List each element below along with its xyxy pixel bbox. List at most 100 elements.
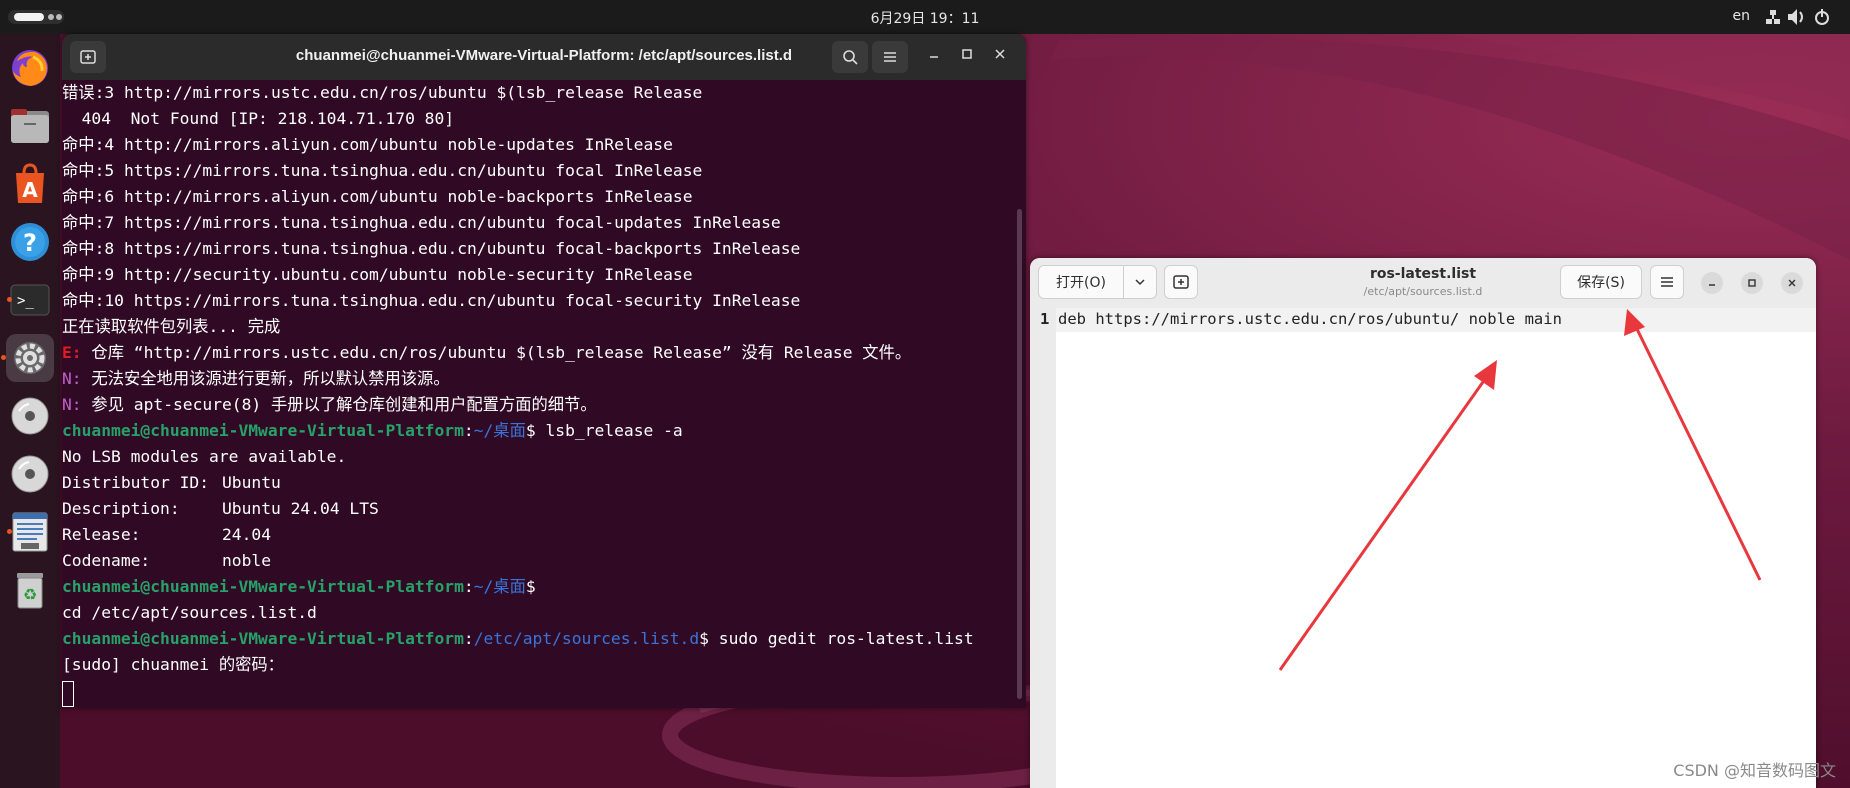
help-launcher[interactable]: ? — [6, 218, 54, 266]
prompt-command: $ lsb_release -a — [525, 421, 683, 440]
prompt-sep: : — [463, 629, 474, 648]
gear-icon — [14, 342, 46, 374]
app-center-icon: A — [16, 163, 44, 203]
maximize-icon — [962, 49, 972, 59]
help-glyph: ? — [23, 229, 37, 257]
disc-launcher-2[interactable] — [6, 450, 54, 498]
prompt-line: chuanmei@chuanmei-VMware-Virtual-Platfor… — [62, 418, 683, 444]
line-number: 1 — [1040, 310, 1050, 328]
notice-text: 参见 apt-secure(8) 手册以了解仓库创建和用户配置方面的细节。 — [91, 395, 597, 414]
volume-icon — [1788, 9, 1803, 25]
text-editor-header-bar[interactable]: 打开(O) ros-latest.list /etc/apt/sources.l… — [1030, 258, 1816, 309]
terminal-line: cd /etc/apt/sources.list.d — [62, 603, 317, 622]
minimize-button[interactable] — [1701, 272, 1723, 294]
lsb-key: Distributor ID: — [62, 473, 210, 492]
editor-text-line[interactable]: deb https://mirrors.ustc.edu.cn/ros/ubun… — [1058, 310, 1562, 328]
terminal-line: Description: Ubuntu 24.04 LTS — [62, 496, 379, 522]
minimize-icon — [930, 56, 938, 58]
prompt-user: chuanmei@chuanmei-VMware-Virtual-Platfor… — [62, 577, 464, 596]
terminal-line: 正在读取软件包列表... 完成 — [62, 317, 281, 336]
system-status-icons — [1766, 9, 1829, 25]
watermark: CSDN @知音数码图文 — [1673, 761, 1836, 780]
lsb-value: Ubuntu — [222, 473, 281, 492]
running-indicator — [7, 297, 12, 302]
error-text: 仓库 “http://mirrors.ustc.edu.cn/ros/ubunt… — [91, 343, 912, 362]
system-tray[interactable] — [1766, 7, 1836, 31]
maximize-button[interactable] — [1741, 272, 1763, 294]
terminal-output[interactable]: 错误:3 http://mirrors.ustc.edu.cn/ros/ubun… — [62, 80, 1026, 708]
search-button[interactable] — [832, 41, 868, 73]
menu-button[interactable] — [872, 41, 908, 73]
search-icon — [843, 50, 858, 65]
line-number-gutter — [1030, 308, 1056, 788]
lsb-key: Description: — [62, 499, 180, 518]
dock: A ? >_ ♻ — [0, 34, 60, 788]
lsb-key: Release: — [62, 525, 141, 544]
hamburger-icon — [884, 52, 896, 62]
prompt-line: chuanmei@chuanmei-VMware-Virtual-Platfor… — [62, 574, 536, 600]
input-language[interactable]: en — [1733, 8, 1751, 24]
trash-launcher[interactable]: ♻ — [6, 566, 54, 614]
terminal-line: No LSB modules are available. — [62, 447, 347, 466]
terminal-window[interactable]: chuanmei@chuanmei-VMware-Virtual-Platfor… — [62, 34, 1026, 708]
files-launcher[interactable] — [6, 102, 54, 150]
error-prefix: E: — [62, 343, 92, 362]
prompt-user: chuanmei@chuanmei-VMware-Virtual-Platfor… — [62, 421, 464, 440]
terminal-glyph: >_ — [17, 293, 34, 309]
firefox-launcher[interactable] — [6, 44, 54, 92]
trash-icon: ♻ — [17, 573, 43, 609]
running-indicator — [1, 355, 6, 360]
running-indicator — [7, 529, 12, 534]
maximize-button[interactable] — [957, 48, 977, 64]
save-button[interactable]: 保存(S) — [1560, 265, 1642, 299]
settings-launcher[interactable] — [1, 334, 54, 382]
terminal-notice-line: N: 参见 apt-secure(8) 手册以了解仓库创建和用户配置方面的细节。 — [62, 392, 597, 418]
document-title: ros-latest.list — [1369, 266, 1477, 282]
folder-icon — [11, 109, 49, 143]
terminal-line: 错误:3 http://mirrors.ustc.edu.cn/ros/ubun… — [62, 83, 703, 102]
prompt-path: ~/桌面 — [473, 421, 526, 440]
text-cursor — [62, 681, 74, 707]
prompt-sep: : — [463, 577, 474, 596]
terminal-line: 命中:8 https://mirrors.tuna.tsinghua.edu.c… — [62, 239, 801, 258]
terminal-error-line: E: 仓库 “http://mirrors.ustc.edu.cn/ros/ub… — [62, 340, 911, 366]
terminal-line: Release: 24.04 — [62, 522, 271, 548]
terminal-header-bar[interactable]: chuanmei@chuanmei-VMware-Virtual-Platfor… — [62, 34, 1026, 80]
terminal-line: Codename: noble — [62, 548, 271, 574]
prompt-command: $ — [525, 577, 536, 596]
terminal-launcher[interactable]: >_ — [6, 276, 54, 324]
recycle-glyph: ♻ — [23, 585, 37, 604]
clock[interactable]: 6月29日 19：11 — [0, 8, 1850, 28]
close-button[interactable] — [1781, 272, 1803, 294]
terminal-line: Distributor ID: Ubuntu — [62, 470, 281, 496]
lsb-value: noble — [222, 551, 272, 570]
hamburger-icon — [1661, 277, 1673, 287]
document-path: /etc/apt/sources.list.d — [1363, 285, 1483, 298]
text-editor-icon — [12, 512, 48, 552]
close-icon — [1788, 279, 1796, 287]
prompt-path: /etc/apt/sources.list.d — [473, 629, 700, 648]
lsb-value: Ubuntu 24.04 LTS — [222, 499, 379, 518]
svg-text:A: A — [22, 178, 38, 202]
prompt-user: chuanmei@chuanmei-VMware-Virtual-Platfor… — [62, 629, 464, 648]
text-editor-window[interactable]: 打开(O) ros-latest.list /etc/apt/sources.l… — [1030, 258, 1816, 788]
menu-button[interactable] — [1650, 265, 1684, 299]
power-icon — [1815, 9, 1829, 25]
text-editor-launcher[interactable] — [6, 508, 54, 556]
terminal-scrollbar[interactable] — [1017, 209, 1022, 699]
close-button[interactable] — [990, 48, 1010, 64]
lsb-value: 24.04 — [222, 525, 272, 544]
firefox-icon — [12, 50, 48, 86]
app-center-launcher[interactable]: A — [6, 160, 54, 208]
terminal-line: 404 Not Found [IP: 218.104.71.170 80] — [62, 109, 455, 128]
prompt-sep: : — [463, 421, 474, 440]
close-icon — [995, 49, 1005, 59]
disc-launcher-1[interactable] — [6, 392, 54, 440]
prompt-command: $ sudo gedit ros-latest.list — [699, 629, 974, 648]
terminal-line: [sudo] chuanmei 的密码： — [62, 655, 284, 674]
disc-icon — [11, 397, 49, 435]
minimize-button[interactable] — [924, 48, 944, 64]
maximize-icon — [1748, 279, 1756, 287]
terminal-line: 命中:7 https://mirrors.tuna.tsinghua.edu.c… — [62, 213, 781, 232]
top-bar: 6月29日 19：11 en — [0, 0, 1850, 34]
